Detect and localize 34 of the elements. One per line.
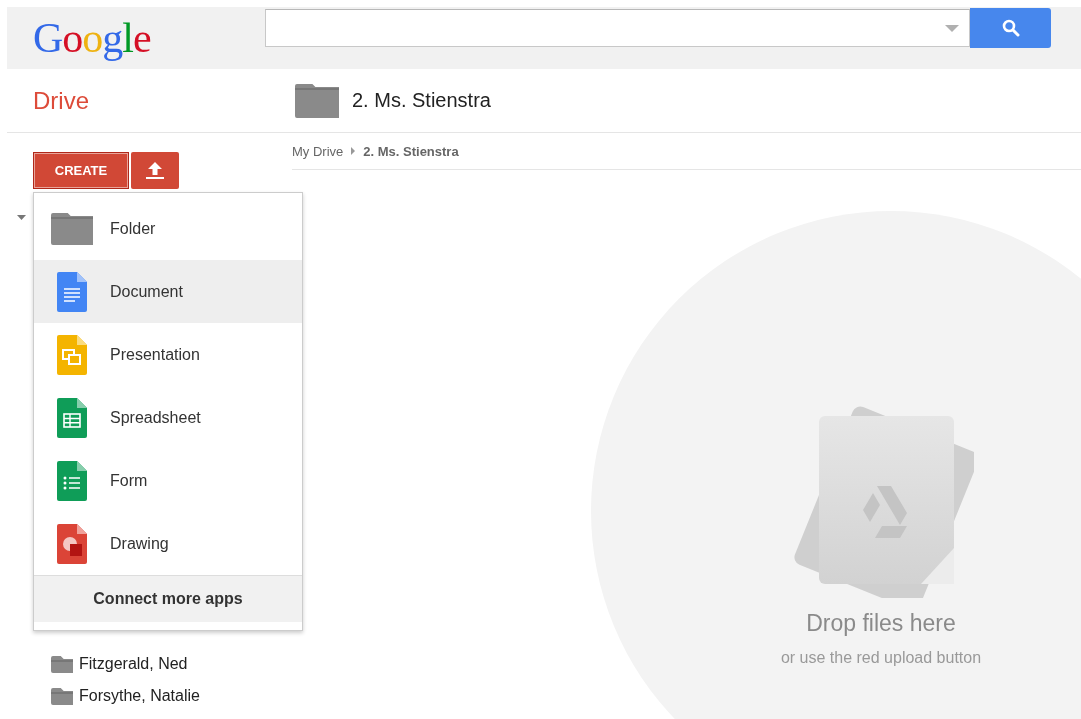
drawing-icon — [57, 523, 87, 564]
menu-item[interactable]: Presentation — [34, 323, 302, 386]
search-icon — [1001, 19, 1020, 37]
google-logo: Google — [33, 14, 152, 62]
folder-icon — [295, 83, 339, 118]
document-icon — [57, 271, 87, 312]
upload-icon — [146, 162, 164, 179]
menu-item[interactable]: Folder — [34, 197, 302, 260]
breadcrumb-link[interactable]: 2. Ms. Stienstra — [363, 143, 459, 159]
create-button[interactable]: CREATE — [33, 152, 129, 189]
search-field[interactable] — [265, 9, 970, 47]
upload-button[interactable] — [131, 152, 179, 189]
spreadsheet-icon — [57, 397, 87, 438]
breadcrumb-link[interactable]: My Drive — [292, 143, 344, 159]
search-button[interactable] — [970, 8, 1051, 48]
dropdown-caret-icon — [945, 24, 959, 32]
presentation-icon — [57, 334, 87, 375]
menu-item[interactable]: Document — [34, 260, 302, 323]
tree-caret-icon — [17, 215, 26, 220]
menu-item[interactable]: Drawing — [34, 512, 302, 575]
folder-icon — [51, 655, 73, 673]
folder-icon — [51, 687, 73, 705]
menu-item[interactable]: Spreadsheet — [34, 386, 302, 449]
folder-name[interactable]: Fitzgerald, Ned — [79, 655, 188, 673]
folder-name[interactable]: Forsythe, Natalie — [79, 687, 200, 705]
folder-icon — [51, 212, 93, 245]
form-icon — [57, 460, 87, 501]
menu-item[interactable]: Form — [34, 449, 302, 512]
folder-title: 2. Ms. Stienstra — [352, 89, 491, 112]
app-title: Drive — [32, 86, 90, 115]
connect-apps-link[interactable]: Connect more apps — [34, 575, 302, 622]
chevron-icon — [351, 147, 356, 155]
drop-title: Drop files here — [806, 610, 956, 637]
drop-hint: or use the red upload button — [780, 649, 982, 667]
